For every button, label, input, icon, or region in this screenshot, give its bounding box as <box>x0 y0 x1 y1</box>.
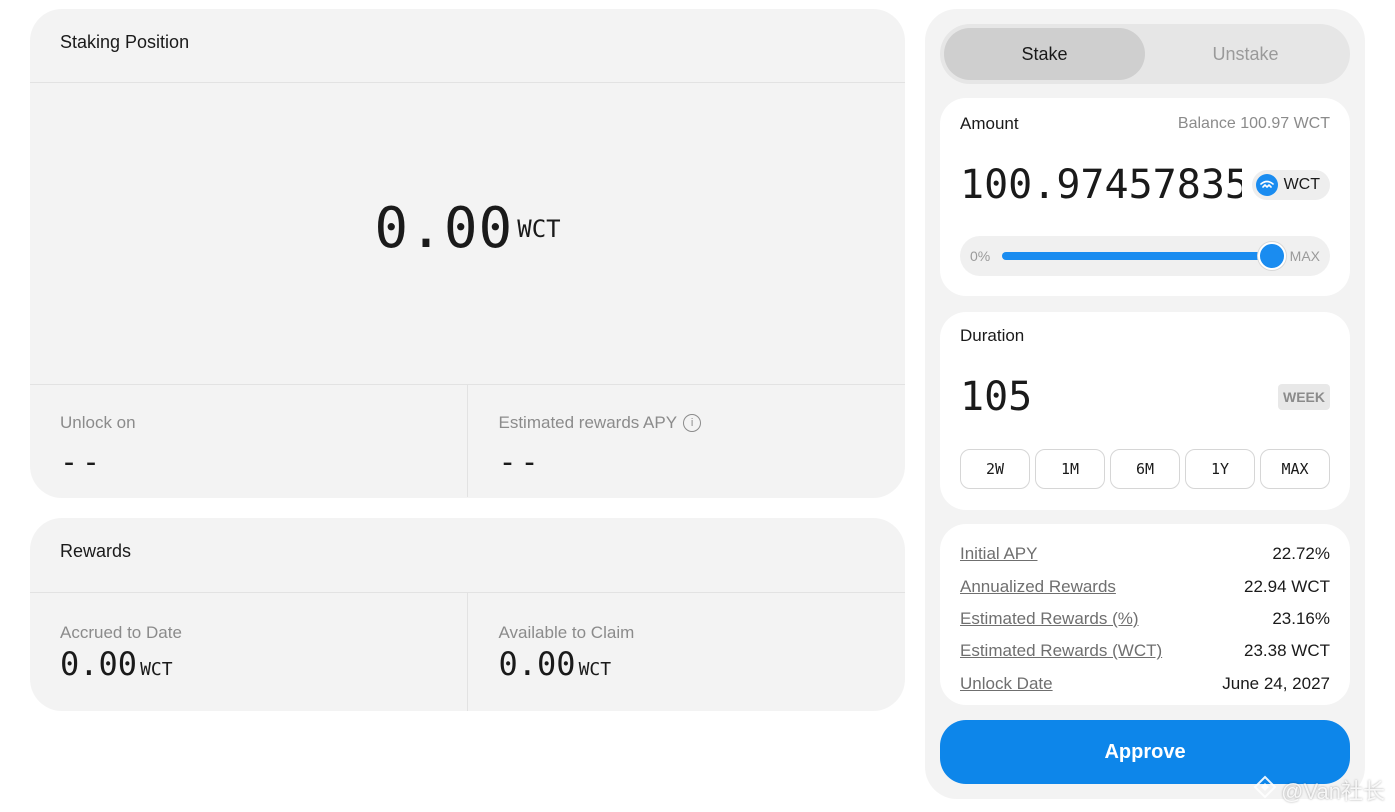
duration-box: Duration 105 WEEK 2W 1M 6M 1Y MAX <box>940 312 1350 510</box>
staking-position-details: Unlock on -- Estimated rewards APY i -- <box>30 385 905 497</box>
duration-label: Duration <box>960 326 1025 345</box>
rewards-details: Accrued to Date 0.00 WCT Available to Cla… <box>30 593 905 711</box>
duration-header: Duration <box>940 312 1350 360</box>
duration-preset-button[interactable]: MAX <box>1260 449 1330 489</box>
available-amount-row: 0.00 WCT <box>499 645 876 683</box>
available-unit: WCT <box>578 659 612 680</box>
stat-label[interactable]: Estimated Rewards (WCT) <box>960 641 1162 661</box>
stake-unstake-toggle: Stake Unstake <box>940 24 1350 84</box>
stat-row: Annualized Rewards 22.94 WCT <box>960 570 1330 602</box>
watermark-logo-icon <box>1253 775 1277 805</box>
duration-input-row: 105 WEEK <box>960 374 1330 420</box>
available-cell: Available to Claim 0.00 WCT <box>466 593 906 711</box>
amount-label: Amount <box>960 114 1019 133</box>
stat-value: 23.16% <box>1272 608 1330 628</box>
stat-label[interactable]: Estimated Rewards (%) <box>960 609 1139 629</box>
accrued-value: 0.00 <box>60 645 138 683</box>
stat-value: 23.38 WCT <box>1244 641 1330 661</box>
slider-max-label[interactable]: MAX <box>1290 248 1320 264</box>
tab-stake[interactable]: Stake <box>944 28 1145 80</box>
duration-presets: 2W 1M 6M 1Y MAX <box>960 449 1330 489</box>
watermark-text: @Van社长 <box>1281 779 1385 804</box>
stat-value: 22.94 WCT <box>1244 576 1330 596</box>
tab-unstake[interactable]: Unstake <box>1145 28 1346 80</box>
amount-header: Amount Balance 100.97 WCT <box>940 98 1350 150</box>
available-value: 0.00 <box>498 645 576 683</box>
watermark: @Van社长 <box>1253 774 1385 806</box>
stat-label[interactable]: Initial APY <box>960 544 1038 564</box>
staking-position-amount-area: 0.00 WCT <box>30 83 905 385</box>
stat-row: Unlock Date June 24, 2027 <box>960 668 1330 700</box>
rewards-card: Rewards Accrued to Date 0.00 WCT Availabl… <box>30 518 905 711</box>
rewards-title: Rewards <box>30 518 905 593</box>
accrued-label: Accrued to Date <box>60 623 182 642</box>
slider-thumb[interactable] <box>1258 242 1287 270</box>
accrued-cell: Accrued to Date 0.00 WCT <box>30 593 467 711</box>
slider-fill <box>1002 252 1273 260</box>
token-symbol: WCT <box>1283 176 1320 193</box>
unlock-on-value: -- <box>60 445 105 480</box>
slider-track[interactable] <box>1002 242 1287 270</box>
duration-input[interactable]: 105 <box>960 374 1032 420</box>
walletconnect-icon <box>1255 174 1278 196</box>
stat-label[interactable]: Annualized Rewards <box>960 577 1116 597</box>
staking-position-unit: WCT <box>517 214 561 243</box>
balance-text[interactable]: Balance 100.97 WCT <box>1178 115 1330 133</box>
unlock-on-cell: Unlock on -- <box>30 385 467 497</box>
estimated-apy-cell: Estimated rewards APY i -- <box>466 385 906 497</box>
stat-value: 22.72% <box>1272 544 1330 564</box>
amount-input-row: 100.974578350 WCT <box>960 162 1330 208</box>
estimated-apy-label-row: Estimated rewards APY i <box>499 413 876 433</box>
stat-row: Estimated Rewards (WCT) 23.38 WCT <box>960 635 1330 667</box>
unlock-on-label: Unlock on <box>60 413 136 432</box>
estimated-apy-label: Estimated rewards APY <box>498 413 678 432</box>
amount-input[interactable]: 100.974578350 <box>960 162 1242 208</box>
stat-row: Estimated Rewards (%) 23.16% <box>960 603 1330 635</box>
estimated-apy-value: -- <box>498 445 543 480</box>
staking-position-card: Staking Position 0.00 WCT Unlock on -- Es… <box>30 9 905 498</box>
rewards-summary: Initial APY 22.72% Annualized Rewards 22.94… <box>940 524 1350 705</box>
stat-label[interactable]: Unlock Date <box>960 674 1053 694</box>
stake-panel: Stake Unstake Amount Balance 100.97 WCT … <box>925 9 1365 799</box>
stat-value: June 24, 2027 <box>1222 673 1330 693</box>
stat-row: Initial APY 22.72% <box>960 538 1330 570</box>
duration-unit-badge: WEEK <box>1278 384 1330 410</box>
accrued-amount-row: 0.00 WCT <box>60 645 437 683</box>
amount-slider[interactable]: 0% MAX <box>960 236 1330 276</box>
token-chip: WCT <box>1251 170 1330 200</box>
available-label: Available to Claim <box>498 623 635 642</box>
duration-preset-button[interactable]: 1Y <box>1185 449 1255 489</box>
duration-preset-button[interactable]: 6M <box>1110 449 1180 489</box>
accrued-unit: WCT <box>140 659 173 680</box>
duration-preset-button[interactable]: 2W <box>960 449 1030 489</box>
duration-preset-button[interactable]: 1M <box>1035 449 1105 489</box>
info-icon[interactable]: i <box>683 414 702 432</box>
staking-position-amount: 0.00 <box>374 196 514 261</box>
amount-box: Amount Balance 100.97 WCT 100.974578350 … <box>940 98 1350 296</box>
slider-min-label: 0% <box>970 248 991 264</box>
staking-position-title: Staking Position <box>30 9 905 83</box>
